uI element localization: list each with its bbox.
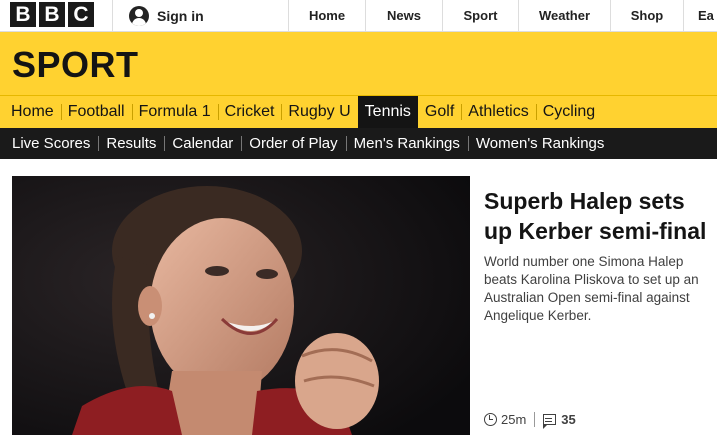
global-nav-weather[interactable]: Weather <box>518 0 610 31</box>
meta-divider <box>534 412 536 427</box>
sport-nav: Home Football Formula 1 Cricket Rugby U … <box>0 95 717 128</box>
global-nav-news[interactable]: News <box>365 0 442 31</box>
global-header: B B C Sign in Home News Sport Weather Sh… <box>0 0 717 32</box>
sub-nav-womens-rankings[interactable]: Women's Rankings <box>467 128 612 159</box>
user-icon <box>129 5 149 26</box>
sub-nav-mens-rankings[interactable]: Men's Rankings <box>345 128 468 159</box>
sport-masthead: SPORT <box>0 32 717 95</box>
sub-nav-calendar[interactable]: Calendar <box>164 128 241 159</box>
page-title[interactable]: SPORT <box>12 44 139 86</box>
sport-nav-athletics[interactable]: Athletics <box>461 96 535 128</box>
sub-nav-results[interactable]: Results <box>98 128 164 159</box>
logo-letter: C <box>68 2 94 27</box>
clock-icon <box>484 413 497 426</box>
sport-nav-cricket[interactable]: Cricket <box>217 96 282 128</box>
sub-nav-order-of-play[interactable]: Order of Play <box>241 128 345 159</box>
story-image[interactable] <box>12 176 470 435</box>
story-time: 25m <box>501 412 527 427</box>
global-nav: Home News Sport Weather Shop Ea <box>288 0 717 31</box>
logo-letter: B <box>39 2 65 27</box>
sign-in-link[interactable]: Sign in <box>112 0 288 31</box>
bbc-logo[interactable]: B B C <box>10 2 94 27</box>
sport-nav-rugby-union[interactable]: Rugby U <box>281 96 357 128</box>
global-nav-shop[interactable]: Shop <box>610 0 683 31</box>
story-summary: World number one Simona Halep beats Karo… <box>484 254 699 323</box>
comment-count[interactable]: 35 <box>561 412 575 427</box>
sign-in-label: Sign in <box>157 7 204 24</box>
tennis-sub-nav: Live Scores Results Calendar Order of Pl… <box>0 128 717 159</box>
story-meta: 25m 35 <box>484 412 576 429</box>
sport-nav-home[interactable]: Home <box>4 96 61 128</box>
global-nav-sport[interactable]: Sport <box>442 0 518 31</box>
sport-nav-tennis[interactable]: Tennis <box>357 96 418 128</box>
player-photo <box>12 176 470 435</box>
story-headline[interactable]: Superb Halep sets up Kerber semi-final <box>484 186 709 246</box>
sport-nav-football[interactable]: Football <box>60 96 132 128</box>
sport-nav-cycling[interactable]: Cycling <box>535 96 602 128</box>
global-nav-earth[interactable]: Ea <box>683 0 717 31</box>
sub-nav-live-scores[interactable]: Live Scores <box>4 128 98 159</box>
sport-nav-golf[interactable]: Golf <box>418 96 461 128</box>
sport-nav-formula-1[interactable]: Formula 1 <box>131 96 218 128</box>
global-nav-home[interactable]: Home <box>288 0 365 31</box>
logo-letter: B <box>10 2 36 27</box>
story-text: Superb Halep sets up Kerber semi-final W… <box>484 186 709 325</box>
comments-icon[interactable] <box>542 414 557 429</box>
